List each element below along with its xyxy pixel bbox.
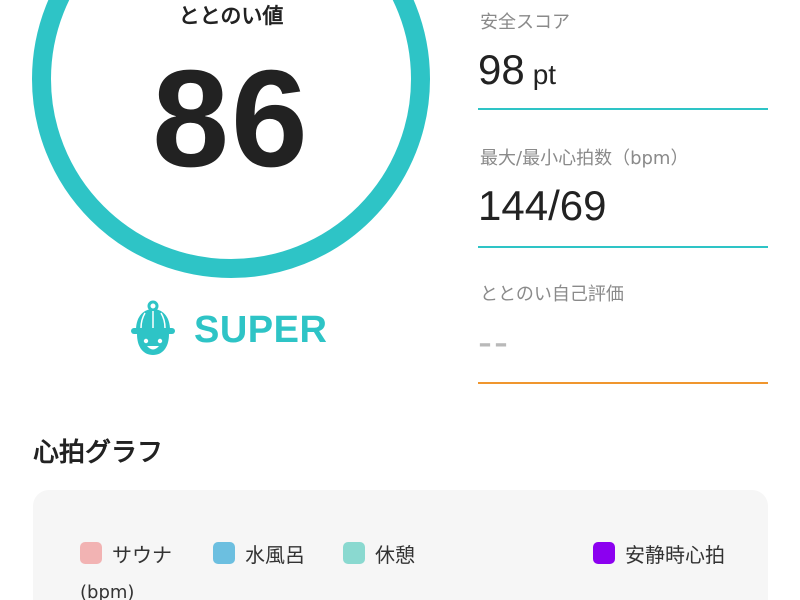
score-value: 86 [152,42,310,196]
legend-item-rest: 休憩 [343,541,415,567]
legend-label-rest: 休憩 [375,542,415,567]
safety-score-metric: 安全スコア 98 pt [478,8,768,110]
self-evaluation-metric[interactable]: ととのい自己評価 -- [478,280,768,384]
heart-rate-value: 144/69 [478,182,607,229]
legend-label-cold-bath: 水風呂 [245,542,305,567]
graph-y-axis-unit: (bpm) [80,582,135,600]
legend-swatch-cold-bath [213,542,235,564]
safety-score-label: 安全スコア [480,12,570,33]
safety-score-unit: pt [532,59,557,90]
rank-badge: SUPER [128,300,327,360]
heart-rate-graph-title: 心拍グラフ [33,438,164,468]
heart-rate-underline [478,246,768,248]
sauna-hat-face-icon [131,300,175,355]
safety-score-value-row: 98 pt [478,46,556,99]
heart-rate-label: 最大/最小心拍数（bpm） [480,148,689,169]
score-label: ととのい値 [178,4,284,28]
legend-item-resting-heart-rate: 安静時心拍 [593,541,725,567]
heart-rate-graph-card: サウナ 水風呂 休憩 安静時心拍 (bpm) [33,490,768,600]
safety-score-value: 98 [478,46,525,93]
legend-item-cold-bath: 水風呂 [213,541,305,567]
legend-swatch-resting-heart-rate [593,542,615,564]
heart-rate-metric: 最大/最小心拍数（bpm） 144/69 [478,144,768,248]
result-screen: ととのい値 86 SUPER 安全スコア 98 pt 最大/最小心拍数（bpm）… [0,0,800,600]
self-evaluation-underline [478,382,768,384]
rank-label: SUPER [194,308,328,351]
self-evaluation-value[interactable]: -- [478,318,510,366]
legend-swatch-rest [343,542,365,564]
legend-label-resting-heart-rate: 安静時心拍 [625,542,725,567]
safety-score-underline [478,108,768,110]
legend-swatch-sauna [80,542,102,564]
self-evaluation-label: ととのい自己評価 [480,284,624,305]
legend-label-sauna: サウナ [112,542,172,567]
legend-item-sauna: サウナ [80,541,172,567]
